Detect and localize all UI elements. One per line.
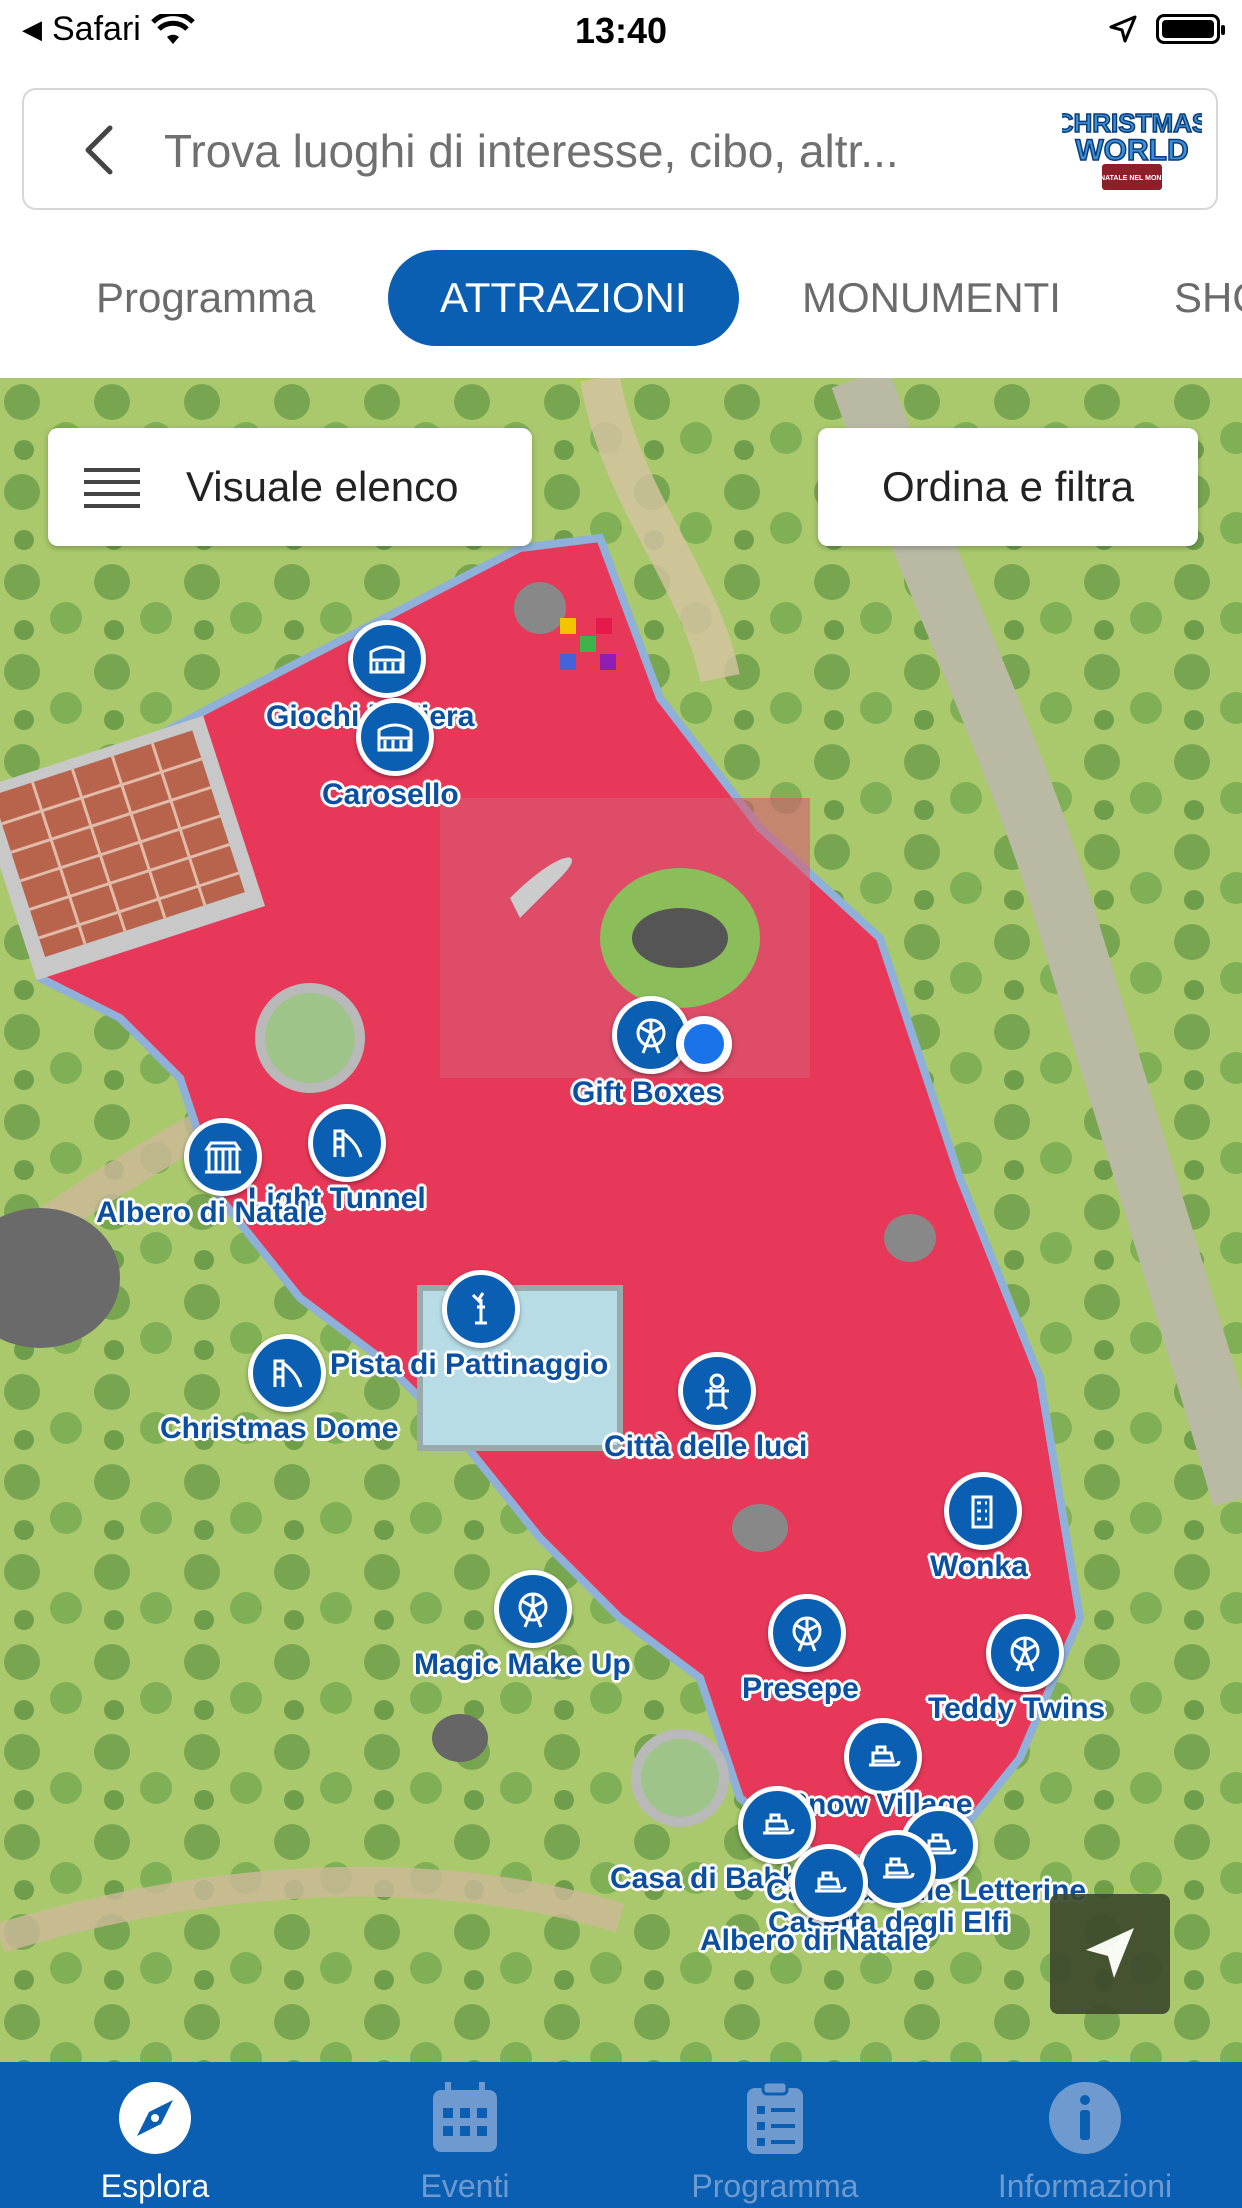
poi-label: Wonka [930, 1550, 1028, 1583]
user-location-dot [676, 1016, 732, 1072]
ferris-wheel-icon [768, 1594, 846, 1672]
nav-programma[interactable]: Programma [620, 2062, 930, 2208]
sleigh-icon [790, 1844, 868, 1922]
poi-label: Pista di Pattinaggio [330, 1348, 609, 1381]
calendar-icon [433, 2082, 497, 2152]
ferris-wheel-icon [494, 1570, 572, 1648]
tab-programma[interactable]: Programma [96, 250, 315, 346]
clock: 13:40 [574, 10, 668, 51]
slide-icon [248, 1334, 326, 1412]
poi-label: Albero di Natale [700, 1924, 929, 1957]
sleigh-icon [844, 1718, 922, 1796]
poi-label: Presepe [742, 1672, 859, 1705]
colosseum-icon [348, 620, 426, 698]
poi-label: Gift Boxes [572, 1076, 723, 1109]
nav-informazioni[interactable]: Informazioni [930, 2062, 1240, 2208]
nav-label: Esplora [100, 2168, 210, 2204]
building-icon [944, 1472, 1022, 1550]
poi-label: Carosello [322, 778, 459, 811]
search-input[interactable] [162, 118, 1026, 184]
park-map[interactable]: Visuale elenco Ordina e filtra Giochi in… [0, 378, 1242, 2062]
category-tabs: Programma ATTRAZIONI MONUMENTI SHO [0, 230, 1242, 366]
svg-text:WORLD: WORLD [1075, 134, 1188, 167]
locate-me-button[interactable] [1050, 1894, 1170, 2014]
sort-filter-label: Ordina e filtra [881, 463, 1135, 510]
nav-label: Eventi [420, 2168, 510, 2204]
poi-label: Christmas Dome [160, 1412, 399, 1445]
christmas-world-logo: CHRISTMAS WORLD IL NATALE NEL MONDO [1062, 107, 1202, 190]
search-bar: CHRISTMAS WORLD IL NATALE NEL MONDO [22, 88, 1218, 210]
status-bar: ◀ Safari 13:40 [0, 0, 1242, 62]
slide-icon [308, 1104, 386, 1182]
statue-of-liberty-icon [442, 1270, 520, 1348]
ferris-wheel-icon [986, 1614, 1064, 1692]
list-view-label: Visuale elenco [186, 463, 459, 510]
bottom-navigation: Esplora Eventi Programma Informazioni [0, 2062, 1242, 2208]
poi-label: Magic Make Up [414, 1648, 631, 1681]
tab-monumenti[interactable]: MONUMENTI [802, 250, 1061, 346]
poi-label: Città delle luci [604, 1430, 808, 1463]
nav-label: Informazioni [997, 2168, 1173, 2204]
navigation-arrow-icon [1086, 1928, 1134, 1978]
nav-label: Programma [691, 2168, 859, 2204]
compass-icon [119, 2082, 191, 2154]
sleigh-icon [858, 1830, 936, 1908]
list-view-button[interactable]: Visuale elenco [48, 428, 532, 546]
nav-esplora[interactable]: Esplora [0, 2062, 310, 2208]
colosseum-icon [356, 698, 434, 776]
clipboard-list-icon [747, 2080, 803, 2154]
sort-filter-button[interactable]: Ordina e filtra [818, 428, 1198, 546]
svg-text:IL NATALE NEL MONDO: IL NATALE NEL MONDO [1092, 175, 1173, 182]
poi-label: Albero di Natale [96, 1196, 325, 1229]
gingerbread-icon [678, 1352, 756, 1430]
poi-label: Teddy Twins [928, 1692, 1106, 1725]
list-menu-icon [84, 468, 140, 508]
tab-attrazioni[interactable]: ATTRAZIONI [388, 250, 739, 346]
tab-shop[interactable]: SHO [1174, 250, 1242, 346]
gate-monument-icon [184, 1118, 262, 1196]
location-arrow-icon [1109, 15, 1137, 43]
battery-icon [1156, 14, 1225, 44]
chevron-left-icon[interactable] [72, 120, 132, 180]
info-icon [1049, 2082, 1121, 2154]
nav-eventi[interactable]: Eventi [310, 2062, 620, 2208]
